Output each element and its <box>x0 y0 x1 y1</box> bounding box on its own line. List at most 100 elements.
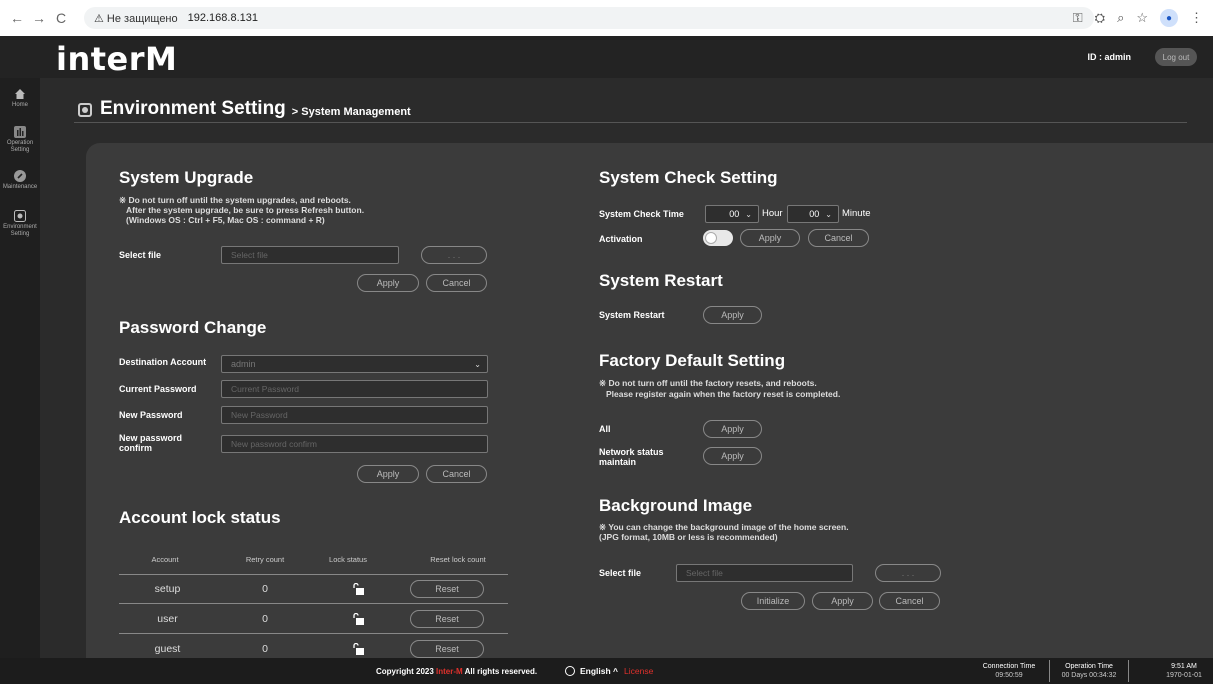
system-restart-title: System Restart <box>599 271 723 290</box>
factory-default-note-2: Please register again when the factory r… <box>606 389 841 399</box>
language-selector[interactable]: English ^ License <box>565 666 653 676</box>
forward-arrow-icon[interactable]: → <box>28 10 50 26</box>
column-header-lock-status: Lock status <box>329 555 367 564</box>
background-image-note-2: (JPG format, 10MB or less is recommended… <box>599 532 778 542</box>
sidebar-item-operation-setting[interactable]: Operation Setting <box>0 126 40 154</box>
sidebar-item-label: Operation Setting <box>6 140 34 153</box>
password-cancel-button[interactable]: Cancel <box>426 465 487 483</box>
reload-icon[interactable]: C <box>50 10 72 26</box>
column-header-account: Account <box>151 555 179 564</box>
background-initialize-button[interactable]: Initialize <box>741 592 805 610</box>
browser-actions: ⚿ ⛭ ⌕ ☆ ● ⋮ <box>1073 0 1203 36</box>
table-divider <box>119 603 508 604</box>
title-divider <box>74 122 1187 123</box>
footer-divider <box>1049 660 1050 682</box>
activation-label: Activation <box>599 234 643 244</box>
chevron-down-icon: ⌄ <box>825 209 832 219</box>
system-restart-apply-button[interactable]: Apply <box>703 306 762 324</box>
language-label: English ^ <box>580 666 619 676</box>
zoom-icon[interactable]: ⌕ <box>1117 10 1124 26</box>
confirm-password-input[interactable]: New password confirm <box>221 435 488 453</box>
system-upgrade-title: System Upgrade <box>119 168 254 187</box>
retry-count: 0 <box>262 583 268 595</box>
background-browse-button[interactable]: . . . <box>875 564 941 582</box>
hour-value: 00 <box>729 209 740 219</box>
browser-menu-icon[interactable]: ⋮ <box>1190 10 1203 26</box>
copyright-text: Copyright 2023 Inter-M All rights reserv… <box>376 667 537 676</box>
activation-toggle[interactable] <box>703 230 733 246</box>
upgrade-browse-button[interactable]: . . . <box>421 246 487 264</box>
background-cancel-button[interactable]: Cancel <box>879 592 940 610</box>
logout-button[interactable]: Log out <box>1155 48 1197 66</box>
password-change-title: Password Change <box>119 318 267 337</box>
reset-lock-button[interactable]: Reset <box>410 580 484 598</box>
hour-select[interactable]: 00 ⌄ <box>705 205 759 223</box>
network-status-label-1: Network status <box>599 447 664 457</box>
retry-count: 0 <box>262 643 268 655</box>
table-divider <box>119 633 508 634</box>
password-key-icon[interactable]: ⚿ <box>1073 10 1083 26</box>
reset-lock-button[interactable]: Reset <box>410 610 484 628</box>
footer: Copyright 2023 Inter-M All rights reserv… <box>0 658 1213 684</box>
factory-default-title: Factory Default Setting <box>599 351 786 370</box>
background-file-input[interactable]: Select file <box>676 564 853 582</box>
minute-unit: Minute <box>842 208 871 219</box>
account-name: user <box>157 613 178 625</box>
minute-select[interactable]: 00 ⌄ <box>787 205 839 223</box>
translate-icon[interactable]: ⛭ <box>1095 10 1105 26</box>
license-link[interactable]: License <box>624 666 653 676</box>
sidebar-item-environment-setting[interactable]: Environment Setting <box>0 210 40 238</box>
page-title-main: Environment Setting <box>100 98 286 119</box>
system-restart-label: System Restart <box>599 310 665 320</box>
system-upgrade-note-3: (Windows OS : Ctrl + F5, Mac OS : comman… <box>126 215 325 225</box>
operation-time: Operation Time 00 Days 00:34:32 <box>1053 662 1125 682</box>
address-bar[interactable]: ⚠ Не защищено 192.168.8.131 <box>84 7 1094 29</box>
upgrade-cancel-button[interactable]: Cancel <box>426 274 487 292</box>
system-check-time-label: System Check Time <box>599 209 684 219</box>
upgrade-file-input[interactable]: Select file <box>221 246 399 264</box>
sidebar-item-home[interactable]: Home <box>0 88 40 109</box>
reset-lock-button[interactable]: Reset <box>410 640 484 658</box>
toggle-knob <box>705 232 717 244</box>
copyright-suffix: All rights reserved. <box>464 667 538 676</box>
system-check-cancel-button[interactable]: Cancel <box>808 229 869 247</box>
current-password-input[interactable]: Current Password <box>221 380 488 398</box>
confirm-password-label-1: New password <box>119 433 183 443</box>
sidebar: Home Operation Setting Maintenance Envir… <box>0 78 40 658</box>
password-apply-button[interactable]: Apply <box>357 465 419 483</box>
app-header: interM ID : admin Log out <box>0 36 1213 78</box>
upgrade-apply-button[interactable]: Apply <box>357 274 419 292</box>
bookmark-star-icon[interactable]: ☆ <box>1136 10 1148 26</box>
page-breadcrumb: > System Management <box>291 106 411 118</box>
chevron-down-icon: ⌄ <box>745 209 752 219</box>
network-status-label-2: maintain <box>599 457 637 467</box>
operation-time-label: Operation Time <box>1065 663 1113 670</box>
settings-icon <box>78 103 92 117</box>
interm-logo[interactable]: interM <box>56 40 177 78</box>
system-check-apply-button[interactable]: Apply <box>740 229 800 247</box>
clock-date: 1970-01-01 <box>1166 672 1202 679</box>
new-password-label: New Password <box>119 410 183 420</box>
account-lock-title: Account lock status <box>119 508 281 527</box>
background-select-file-label: Select file <box>599 568 642 578</box>
url-text: 192.168.8.131 <box>187 12 258 24</box>
new-password-input[interactable]: New Password <box>221 406 488 424</box>
unlocked-icon <box>353 613 364 625</box>
table-divider <box>119 574 508 575</box>
system-upgrade-note-2: After the system upgrade, be sure to pre… <box>126 205 365 215</box>
sidebar-item-maintenance[interactable]: Maintenance <box>0 170 40 191</box>
background-image-note-1: ※ You can change the background image of… <box>599 522 849 532</box>
destination-account-select[interactable]: admin ⌄ <box>221 355 488 373</box>
brand-name: Inter-M <box>436 667 463 676</box>
factory-all-apply-button[interactable]: Apply <box>703 420 762 438</box>
minute-value: 00 <box>809 209 820 219</box>
destination-account-value: admin <box>231 359 256 369</box>
security-warning[interactable]: ⚠ Не защищено <box>94 12 178 25</box>
wrench-icon <box>14 170 26 182</box>
back-arrow-icon[interactable]: ← <box>6 10 28 26</box>
background-apply-button[interactable]: Apply <box>812 592 873 610</box>
hour-unit: Hour <box>762 208 783 219</box>
profile-avatar-icon[interactable]: ● <box>1160 9 1178 27</box>
user-id: ID : admin <box>1087 52 1131 62</box>
network-status-apply-button[interactable]: Apply <box>703 447 762 465</box>
